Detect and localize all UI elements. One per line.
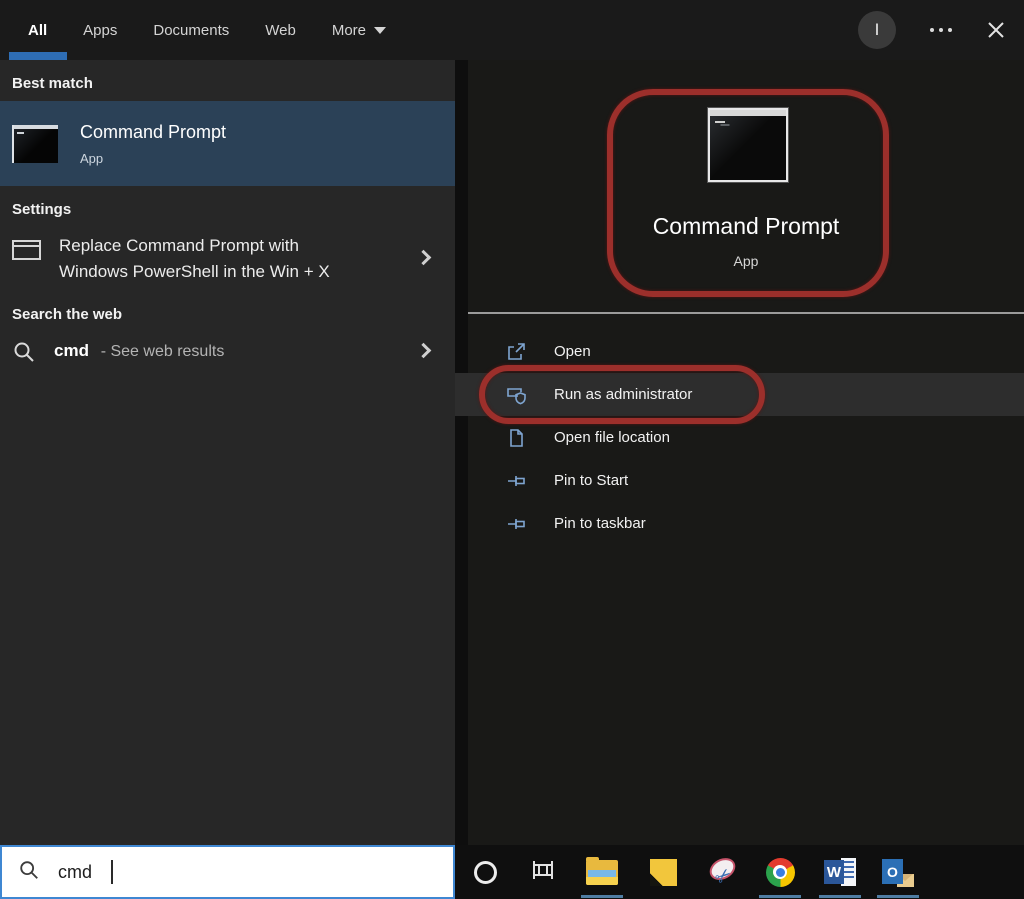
chrome-icon: [765, 857, 795, 887]
action-open-label: Open: [554, 343, 591, 360]
settings-result-line1: Replace Command Prompt with: [59, 236, 299, 255]
open-app-indicator: [759, 895, 801, 898]
tab-more[interactable]: More: [331, 0, 387, 60]
command-prompt-icon: [12, 124, 58, 163]
web-suffix-text: - See web results: [100, 343, 225, 360]
task-view-button[interactable]: [527, 856, 559, 888]
outlook-button[interactable]: O: [882, 856, 914, 888]
best-match-header: Best match: [12, 75, 93, 92]
file-explorer-button[interactable]: [586, 856, 618, 888]
action-pin-to-taskbar-label: Pin to taskbar: [554, 515, 646, 532]
action-open-file-location-label: Open file location: [554, 429, 670, 446]
action-pin-to-start-label: Pin to Start: [554, 472, 629, 489]
tab-apps-label: Apps: [83, 21, 118, 39]
tab-all-label: All: [28, 21, 48, 39]
taskbar-search-input[interactable]: cmd: [0, 845, 455, 899]
best-match-title: Command Prompt: [80, 121, 227, 142]
app-preview-panel: Command Prompt App Open Run as administr…: [455, 60, 1024, 845]
panel-separator: [468, 312, 1024, 314]
best-match-subtitle: App: [80, 150, 104, 166]
tab-apps[interactable]: Apps: [83, 0, 117, 60]
tab-documents-label: Documents: [153, 21, 230, 39]
tab-more-label: More: [331, 21, 367, 39]
sticky-notes-icon: [649, 858, 677, 886]
word-icon: W: [824, 857, 856, 887]
admin-shield-icon: [505, 384, 527, 406]
user-avatar-initial: I: [874, 20, 880, 39]
action-open[interactable]: Open: [455, 330, 1024, 373]
settings-result-line2: Windows PowerShell in the Win + X: [59, 262, 330, 281]
word-button[interactable]: W: [824, 856, 856, 888]
action-pin-to-taskbar[interactable]: Pin to taskbar: [455, 502, 1024, 545]
chevron-right-icon: [415, 342, 432, 358]
search-icon: [12, 340, 36, 364]
open-app-indicator: [819, 895, 861, 898]
app-actions-list: Open Run as administrator Open file loca…: [455, 330, 1024, 545]
topbar-right-controls: I: [858, 0, 1014, 60]
action-run-as-administrator[interactable]: Run as administrator: [455, 365, 1024, 424]
pin-icon: [505, 513, 527, 535]
best-match-result[interactable]: Command Prompt App: [0, 101, 455, 186]
web-search-result[interactable]: cmd - See web results: [0, 332, 455, 371]
tab-all[interactable]: All: [28, 0, 47, 60]
action-run-as-administrator-label: Run as administrator: [554, 386, 693, 403]
settings-header: Settings: [12, 201, 72, 218]
dropdown-arrow-icon: [374, 26, 387, 34]
outlook-icon: O: [882, 857, 914, 887]
pin-icon: [505, 470, 527, 492]
more-options-icon[interactable]: [930, 28, 952, 32]
taskbar: ✂ W O: [455, 845, 1024, 899]
snipping-tool-icon: ✂: [705, 853, 740, 890]
action-open-file-location[interactable]: Open file location: [455, 416, 1024, 459]
cortana-button[interactable]: [469, 856, 501, 888]
windows-search-flyout: All Apps Documents Web More I Best match…: [0, 0, 1024, 899]
user-avatar[interactable]: I: [858, 11, 896, 49]
settings-result[interactable]: Replace Command Prompt with Windows Powe…: [0, 227, 455, 291]
text-cursor: [111, 860, 114, 884]
close-icon[interactable]: [986, 20, 1006, 40]
web-query-text: cmd: [54, 341, 89, 360]
red-annotation-circle-app: [607, 89, 889, 297]
search-input-value: cmd: [58, 861, 93, 882]
sticky-notes-button[interactable]: [647, 856, 679, 888]
chrome-button[interactable]: [764, 856, 796, 888]
tab-web-label: Web: [265, 21, 296, 39]
task-view-icon: [530, 857, 556, 888]
action-pin-to-start[interactable]: Pin to Start: [455, 459, 1024, 502]
tab-documents[interactable]: Documents: [153, 0, 229, 60]
file-explorer-icon: [586, 856, 618, 885]
open-app-indicator: [581, 895, 623, 898]
cortana-icon: [473, 860, 497, 884]
search-filter-bar: All Apps Documents Web More I: [0, 0, 1024, 60]
search-icon: [18, 859, 40, 886]
snipping-tool-button[interactable]: ✂: [705, 853, 740, 890]
filter-tabs: All Apps Documents Web More: [0, 0, 387, 60]
search-web-header: Search the web: [12, 306, 123, 323]
window-settings-icon: [12, 240, 41, 260]
search-results-panel: Best match Command Prompt App Settings R…: [0, 60, 455, 845]
file-location-icon: [505, 427, 527, 449]
open-window-icon: [505, 341, 527, 363]
tab-web[interactable]: Web: [265, 0, 296, 60]
open-app-indicator: [877, 895, 919, 898]
chevron-right-icon: [415, 249, 432, 266]
